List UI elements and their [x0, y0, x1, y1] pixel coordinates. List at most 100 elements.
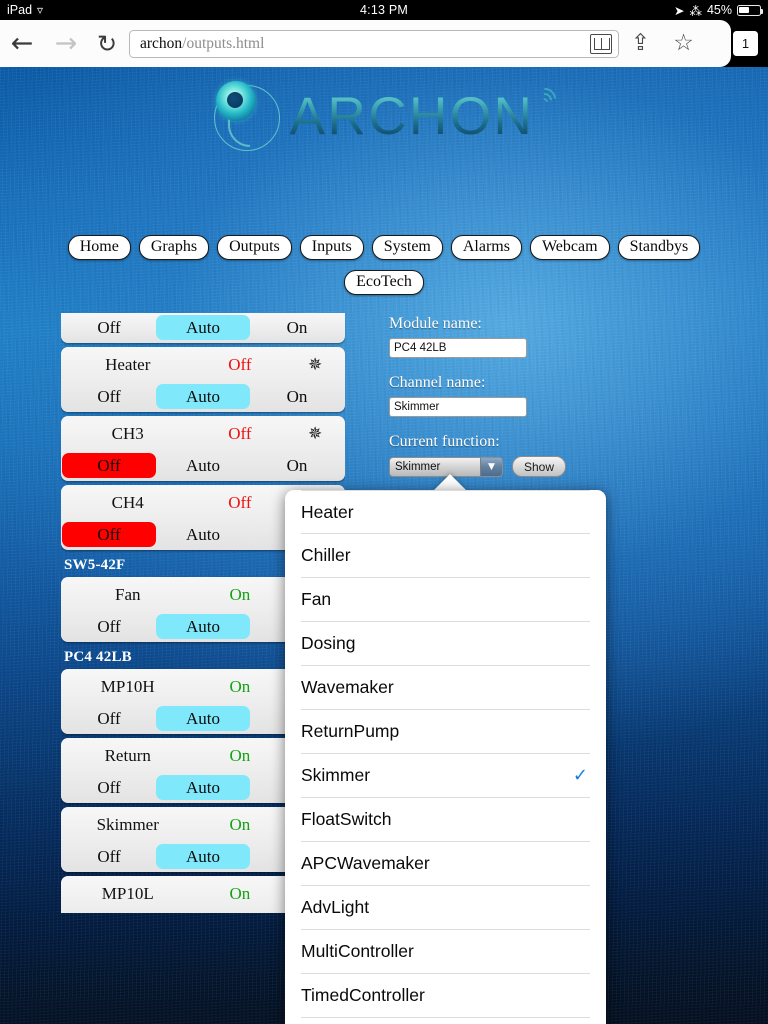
dropdown-item-label[interactable]: TimedController	[301, 985, 590, 1006]
mode-auto-button[interactable]: Auto	[156, 843, 250, 869]
dropdown-item-chiller: Chiller	[301, 534, 590, 578]
battery-icon	[737, 4, 764, 16]
ios-status-bar: iPad ▿ 4:13 PM ➤ ⁂ 45%	[0, 0, 768, 20]
dropdown-item-label[interactable]: Fan	[301, 589, 590, 610]
dropdown-item-multicontroller: MultiController	[301, 930, 590, 974]
url-path-text: /outputs.html	[182, 34, 265, 52]
site-navigation: Home Graphs Outputs Inputs System Alarms…	[0, 235, 768, 305]
nav-item-webcam[interactable]: Webcam	[529, 235, 610, 260]
mode-on-button[interactable]: On	[250, 315, 344, 340]
channel-state-label: On	[229, 814, 251, 834]
mode-auto-button[interactable]: Auto	[156, 774, 250, 800]
dropdown-item-returnpump: ReturnPump	[301, 710, 590, 754]
nav-item-outputs[interactable]: Outputs	[217, 235, 292, 260]
mode-off-button[interactable]: Off	[62, 614, 156, 639]
mode-auto-button[interactable]: Auto	[156, 705, 250, 731]
mode-auto-button[interactable]: Auto	[156, 522, 250, 547]
dropdown-item-wavemaker: Wavemaker	[301, 666, 590, 710]
nav-item-system[interactable]: System	[371, 235, 443, 260]
dropdown-item-label[interactable]: Skimmer	[301, 765, 573, 786]
dropdown-item-mlc: MLC	[301, 1018, 590, 1024]
mode-auto-button[interactable]: Auto	[156, 912, 250, 913]
mode-on-button[interactable]: On	[250, 384, 344, 409]
show-button[interactable]: Show	[512, 456, 567, 477]
dropdown-item-label[interactable]: Wavemaker	[301, 677, 590, 698]
dropdown-item-label[interactable]: Dosing	[301, 633, 590, 654]
output-card-ch3[interactable]: CH3 Off ✵ Off Auto On	[61, 416, 345, 481]
dropdown-item-label[interactable]: Chiller	[301, 545, 590, 566]
mode-off-button[interactable]: Off	[62, 913, 156, 914]
tab-count-button[interactable]: 1	[733, 31, 758, 56]
share-icon[interactable]: ⇪	[619, 32, 662, 55]
channel-name-label: MP10L	[101, 883, 154, 903]
nav-item-standbys[interactable]: Standbys	[617, 235, 701, 260]
output-mode-switch[interactable]: Off Auto On	[61, 313, 345, 343]
mode-auto-button[interactable]: Auto	[156, 453, 250, 478]
chevron-down-icon[interactable]: ▼	[480, 457, 502, 476]
nav-item-inputs[interactable]: Inputs	[299, 235, 364, 260]
back-arrow-icon[interactable]: ←	[0, 30, 44, 57]
function-dropdown-popover[interactable]: Heater Chiller Fan Dosing Wavemaker Retu…	[285, 490, 606, 1024]
mode-auto-button[interactable]: Auto	[156, 613, 250, 639]
dropdown-item-timedcontroller: TimedController	[301, 974, 590, 1018]
output-card-partial[interactable]: Off Auto On	[61, 313, 345, 343]
mode-off-button[interactable]: Off	[62, 844, 156, 869]
channel-name-label: Channel name:	[389, 374, 486, 391]
channel-state-label: Off	[228, 423, 252, 443]
mode-off-button[interactable]: Off	[62, 452, 156, 478]
output-card-heater[interactable]: Heater Off ✵ Off Auto On	[61, 347, 345, 412]
dropdown-item-label[interactable]: MultiController	[301, 941, 590, 962]
module-name-input[interactable]: PC4 42LB	[389, 338, 527, 358]
channel-state-label: On	[229, 584, 251, 604]
output-mode-switch[interactable]: Off Auto On	[61, 451, 345, 481]
reader-view-icon[interactable]	[590, 33, 612, 54]
channel-name-input[interactable]: Skimmer	[389, 397, 527, 417]
gear-icon[interactable]: ✵	[285, 355, 345, 375]
channel-name-label: Return	[104, 745, 151, 765]
current-function-value: Skimmer	[395, 460, 441, 473]
dropdown-item-label[interactable]: ReturnPump	[301, 721, 590, 742]
mode-off-button[interactable]: Off	[62, 521, 156, 547]
mode-off-button[interactable]: Off	[62, 775, 156, 800]
mode-off-button[interactable]: Off	[62, 315, 156, 340]
logo-wordmark: ARCHON	[289, 86, 535, 146]
module-name-label: Module name:	[389, 315, 482, 332]
nav-item-home[interactable]: Home	[67, 235, 131, 260]
output-header: CH3 Off ✵	[61, 416, 345, 451]
dropdown-item-heater: Heater	[301, 490, 590, 534]
dropdown-item-label[interactable]: FloatSwitch	[301, 809, 590, 830]
nav-row-primary: Home Graphs Outputs Inputs System Alarms…	[0, 235, 768, 260]
mode-auto-button[interactable]: Auto	[156, 383, 250, 409]
channel-name-label: MP10H	[100, 676, 155, 696]
nav-row-secondary: EcoTech	[0, 270, 768, 295]
nav-item-ecotech[interactable]: EcoTech	[344, 270, 424, 295]
output-header: Heater Off ✵	[61, 347, 345, 382]
mode-auto-button[interactable]: Auto	[156, 314, 250, 340]
nav-item-alarms[interactable]: Alarms	[450, 235, 522, 260]
dropdown-item-label[interactable]: APCWavemaker	[301, 853, 590, 874]
wifi-signal-icon	[529, 83, 561, 120]
mode-off-button[interactable]: Off	[62, 384, 156, 409]
reload-icon[interactable]: ↻	[88, 32, 126, 56]
dropdown-item-label[interactable]: AdvLight	[301, 897, 590, 918]
dropdown-item-dosing: Dosing	[301, 622, 590, 666]
current-function-label: Current function:	[389, 433, 500, 450]
location-arrow-icon: ➤	[673, 3, 685, 18]
mode-off-button[interactable]: Off	[62, 706, 156, 731]
gear-icon[interactable]: ✵	[285, 424, 345, 444]
status-right-group: ➤ ⁂ 45%	[673, 3, 764, 18]
archon-emblem-icon	[208, 77, 286, 155]
safari-toolbar: ← → ↻ archon /outputs.html ⇪ ☆ 1	[0, 20, 768, 67]
channel-name-label: Heater	[105, 354, 151, 374]
channel-name-label: CH3	[111, 423, 144, 443]
nav-item-graphs[interactable]: Graphs	[138, 235, 210, 260]
output-mode-switch[interactable]: Off Auto On	[61, 382, 345, 412]
forward-arrow-icon[interactable]: →	[44, 30, 88, 57]
dropdown-item-label[interactable]: Heater	[301, 502, 590, 523]
bookmark-star-icon[interactable]: ☆	[662, 32, 705, 55]
battery-percent-label: 45%	[706, 3, 732, 17]
address-bar[interactable]: archon /outputs.html	[129, 29, 619, 58]
mode-on-button[interactable]: On	[250, 453, 344, 478]
channel-state-label: Off	[228, 492, 252, 512]
channel-state-label: On	[229, 676, 251, 696]
